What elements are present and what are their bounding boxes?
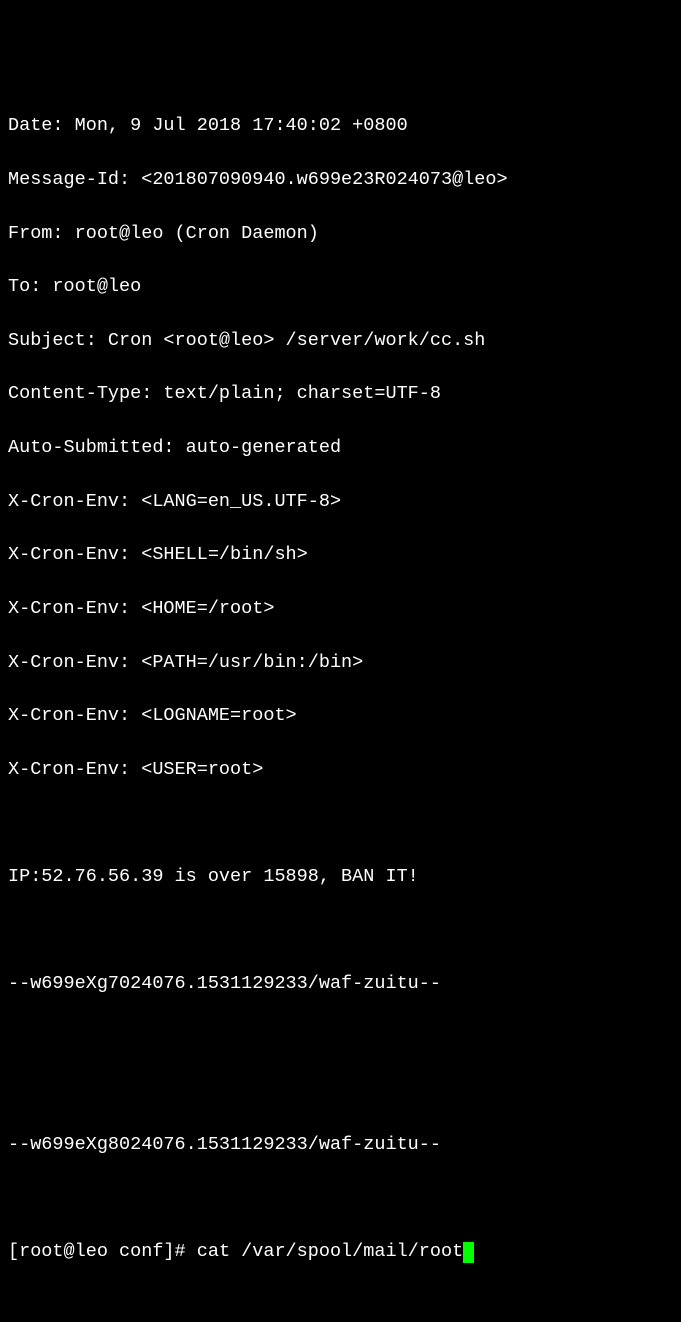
mail-header-to: To: root@leo xyxy=(8,274,673,301)
blank-line xyxy=(8,1025,673,1052)
mail-header-date: Date: Mon, 9 Jul 2018 17:40:02 +0800 xyxy=(8,113,673,140)
mail-header-xcron-lang: X-Cron-Env: <LANG=en_US.UTF-8> xyxy=(8,489,673,516)
mail-body-alert: IP:52.76.56.39 is over 15898, BAN IT! xyxy=(8,864,673,891)
cursor-block xyxy=(463,1242,474,1263)
blank-line xyxy=(8,918,673,945)
mail-header-message-id: Message-Id: <201807090940.w699e23R024073… xyxy=(8,167,673,194)
blank-line xyxy=(8,1079,673,1106)
mail-header-xcron-shell: X-Cron-Env: <SHELL=/bin/sh> xyxy=(8,542,673,569)
blank-line xyxy=(8,810,673,837)
mail-header-xcron-home: X-Cron-Env: <HOME=/root> xyxy=(8,596,673,623)
mail-header-xcron-logname: X-Cron-Env: <LOGNAME=root> xyxy=(8,703,673,730)
shell-ps1: [root@leo conf]# xyxy=(8,1239,197,1266)
shell-command: cat /var/spool/mail/root xyxy=(197,1239,463,1266)
mail-header-from: From: root@leo (Cron Daemon) xyxy=(8,221,673,248)
mime-boundary: --w699eXg7024076.1531129233/waf-zuitu-- xyxy=(8,971,673,998)
blank-line xyxy=(8,1186,673,1213)
mail-header-subject: Subject: Cron <root@leo> /server/work/cc… xyxy=(8,328,673,355)
mime-boundary: --w699eXg8024076.1531129233/waf-zuitu-- xyxy=(8,1132,673,1159)
mail-header-xcron-user: X-Cron-Env: <USER=root> xyxy=(8,757,673,784)
mail-header-content-type: Content-Type: text/plain; charset=UTF-8 xyxy=(8,381,673,408)
mail-header-xcron-path: X-Cron-Env: <PATH=/usr/bin:/bin> xyxy=(8,650,673,677)
mail-header-auto-submitted: Auto-Submitted: auto-generated xyxy=(8,435,673,462)
shell-prompt-line[interactable]: [root@leo conf]# cat /var/spool/mail/roo… xyxy=(8,1239,673,1266)
